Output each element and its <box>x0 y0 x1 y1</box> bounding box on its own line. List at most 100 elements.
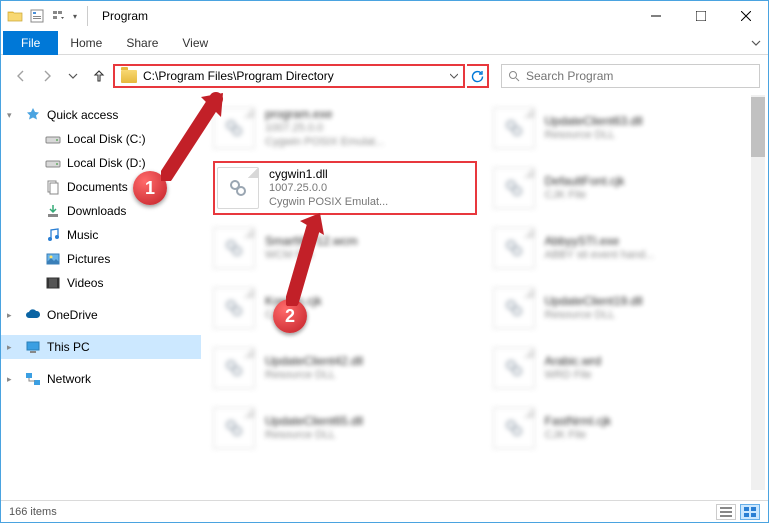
file-thumbnail-icon <box>493 347 535 389</box>
file-meta: Resource DLL <box>265 369 363 383</box>
sidebar-this-pc[interactable]: ▸This PC <box>1 335 201 359</box>
maximize-button[interactable] <box>678 1 723 31</box>
close-button[interactable] <box>723 1 768 31</box>
file-text: UpdateClient63.dllResource DLL <box>545 114 643 143</box>
file-tile[interactable]: AbbyySTI.exeABBY sti event hand... <box>493 221 757 275</box>
file-tile[interactable]: DefaultFont.cjkCJK File <box>493 161 757 215</box>
minimize-button[interactable] <box>633 1 678 31</box>
file-meta: Resource DLL <box>545 309 643 323</box>
refresh-button[interactable] <box>467 64 489 88</box>
scrollbar-vertical[interactable] <box>751 95 765 490</box>
body: ▾ Quick access Local Disk (C:) Local Dis… <box>1 95 768 490</box>
chevron-right-icon[interactable]: ▸ <box>7 310 12 321</box>
properties-icon[interactable] <box>29 8 45 24</box>
file-tile[interactable]: FastNrml.cjkCJK File <box>493 401 757 455</box>
file-thumbnail-icon <box>493 167 535 209</box>
nav-row: C:\Program Files\Program Directory <box>1 57 768 95</box>
file-tile[interactable]: UpdateClient42.dllResource DLL <box>213 341 477 395</box>
sidebar-item-local-c[interactable]: Local Disk (C:) <box>1 127 201 151</box>
file-name: Arabic.wrd <box>545 354 602 369</box>
file-thumbnail-icon <box>213 347 255 389</box>
file-text: cygwin1.dll1007.25.0.0Cygwin POSIX Emula… <box>269 167 388 210</box>
scrollbar-thumb[interactable] <box>751 97 765 157</box>
address-folder-icon <box>121 70 137 83</box>
recent-dropdown[interactable] <box>61 64 85 88</box>
file-text: UpdateClient65.dllResource DLL <box>265 414 363 443</box>
file-thumbnail-icon <box>213 407 255 449</box>
file-tile[interactable]: Arabic.wrdWRD File <box>493 341 757 395</box>
file-thumbnail-icon <box>493 287 535 329</box>
view-details-button[interactable] <box>716 504 736 520</box>
back-button[interactable] <box>9 64 33 88</box>
star-icon <box>25 107 41 123</box>
address-bar[interactable]: C:\Program Files\Program Directory <box>113 64 465 88</box>
file-name: UpdateClient19.dll <box>545 294 643 309</box>
sidebar-label: Quick access <box>47 108 118 122</box>
forward-button[interactable] <box>35 64 59 88</box>
sidebar-item-downloads[interactable]: Downloads <box>1 199 201 223</box>
tab-share[interactable]: Share <box>114 31 170 55</box>
window-controls <box>633 1 768 31</box>
file-name: AbbyySTI.exe <box>545 234 655 249</box>
search-box[interactable] <box>501 64 760 88</box>
sidebar-quick-access[interactable]: ▾ Quick access <box>1 103 201 127</box>
file-thumbnail-icon <box>213 227 255 269</box>
sidebar-label: OneDrive <box>47 308 98 322</box>
tab-home[interactable]: Home <box>58 31 114 55</box>
file-thumbnail-icon <box>213 107 255 149</box>
file-tile[interactable]: UpdateClient63.dllResource DLL <box>493 101 757 155</box>
qat-chevron-icon[interactable]: ▾ <box>73 12 77 21</box>
search-input[interactable] <box>526 69 759 83</box>
file-tile[interactable]: Korean.cjkCJK File <box>213 281 477 335</box>
status-bar: 166 items <box>1 500 768 522</box>
file-name: program.exe <box>265 107 384 122</box>
tab-file[interactable]: File <box>3 31 58 55</box>
file-list: program.exe1007.25.0.0Cygwin POSIX Emula… <box>201 95 768 490</box>
sidebar-item-local-d[interactable]: Local Disk (D:) <box>1 151 201 175</box>
file-text: SmartWP12.wcmWCM File <box>265 234 358 263</box>
sidebar-label: Local Disk (D:) <box>67 156 146 170</box>
sidebar-label: Music <box>67 228 98 242</box>
titlebar-divider <box>87 6 88 26</box>
address-dropdown-icon[interactable] <box>445 72 463 80</box>
chevron-right-icon[interactable]: ▸ <box>7 342 12 353</box>
file-tile[interactable]: program.exe1007.25.0.0Cygwin POSIX Emula… <box>213 101 477 155</box>
file-meta: WCM File <box>265 249 358 263</box>
file-name: FastNrml.cjk <box>545 414 612 429</box>
file-tile[interactable]: UpdateClient19.dllResource DLL <box>493 281 757 335</box>
file-text: FastNrml.cjkCJK File <box>545 414 612 443</box>
ribbon-expand-icon[interactable] <box>744 31 768 55</box>
file-meta: CJK File <box>545 189 625 203</box>
sidebar-item-pictures[interactable]: Pictures <box>1 247 201 271</box>
callout-badge-2: 2 <box>273 299 307 333</box>
music-icon <box>45 227 61 243</box>
quick-access-toolbar: ▾ Program <box>1 6 633 26</box>
file-text: Arabic.wrdWRD File <box>545 354 602 383</box>
pictures-icon <box>45 251 61 267</box>
file-meta: 1007.25.0.0 <box>269 182 388 196</box>
sidebar-network[interactable]: ▸Network <box>1 367 201 391</box>
file-tile[interactable]: UpdateClient65.dllResource DLL <box>213 401 477 455</box>
ribbon-tabs: File Home Share View <box>1 31 768 55</box>
file-meta: Resource DLL <box>545 129 643 143</box>
file-tile[interactable]: cygwin1.dll1007.25.0.0Cygwin POSIX Emula… <box>213 161 477 215</box>
sidebar-label: Documents <box>67 180 128 194</box>
address-path[interactable]: C:\Program Files\Program Directory <box>143 69 445 83</box>
sidebar-item-documents[interactable]: Documents <box>1 175 201 199</box>
view-tiles-button[interactable] <box>740 504 760 520</box>
tab-view[interactable]: View <box>170 31 220 55</box>
sidebar-item-music[interactable]: Music <box>1 223 201 247</box>
chevron-down-icon[interactable]: ▾ <box>7 110 12 121</box>
sidebar-onedrive[interactable]: ▸ OneDrive <box>1 303 201 327</box>
sidebar-label: Videos <box>67 276 103 290</box>
file-thumbnail-icon <box>493 407 535 449</box>
status-item-count: 166 items <box>9 506 57 518</box>
file-tile[interactable]: SmartWP12.wcmWCM File <box>213 221 477 275</box>
video-icon <box>45 275 61 291</box>
qat-dropdown-icon[interactable] <box>51 8 67 24</box>
file-name: UpdateClient42.dll <box>265 354 363 369</box>
file-text: AbbyySTI.exeABBY sti event hand... <box>545 234 655 263</box>
sidebar-item-videos[interactable]: Videos <box>1 271 201 295</box>
chevron-right-icon[interactable]: ▸ <box>7 374 12 385</box>
up-button[interactable] <box>87 64 111 88</box>
